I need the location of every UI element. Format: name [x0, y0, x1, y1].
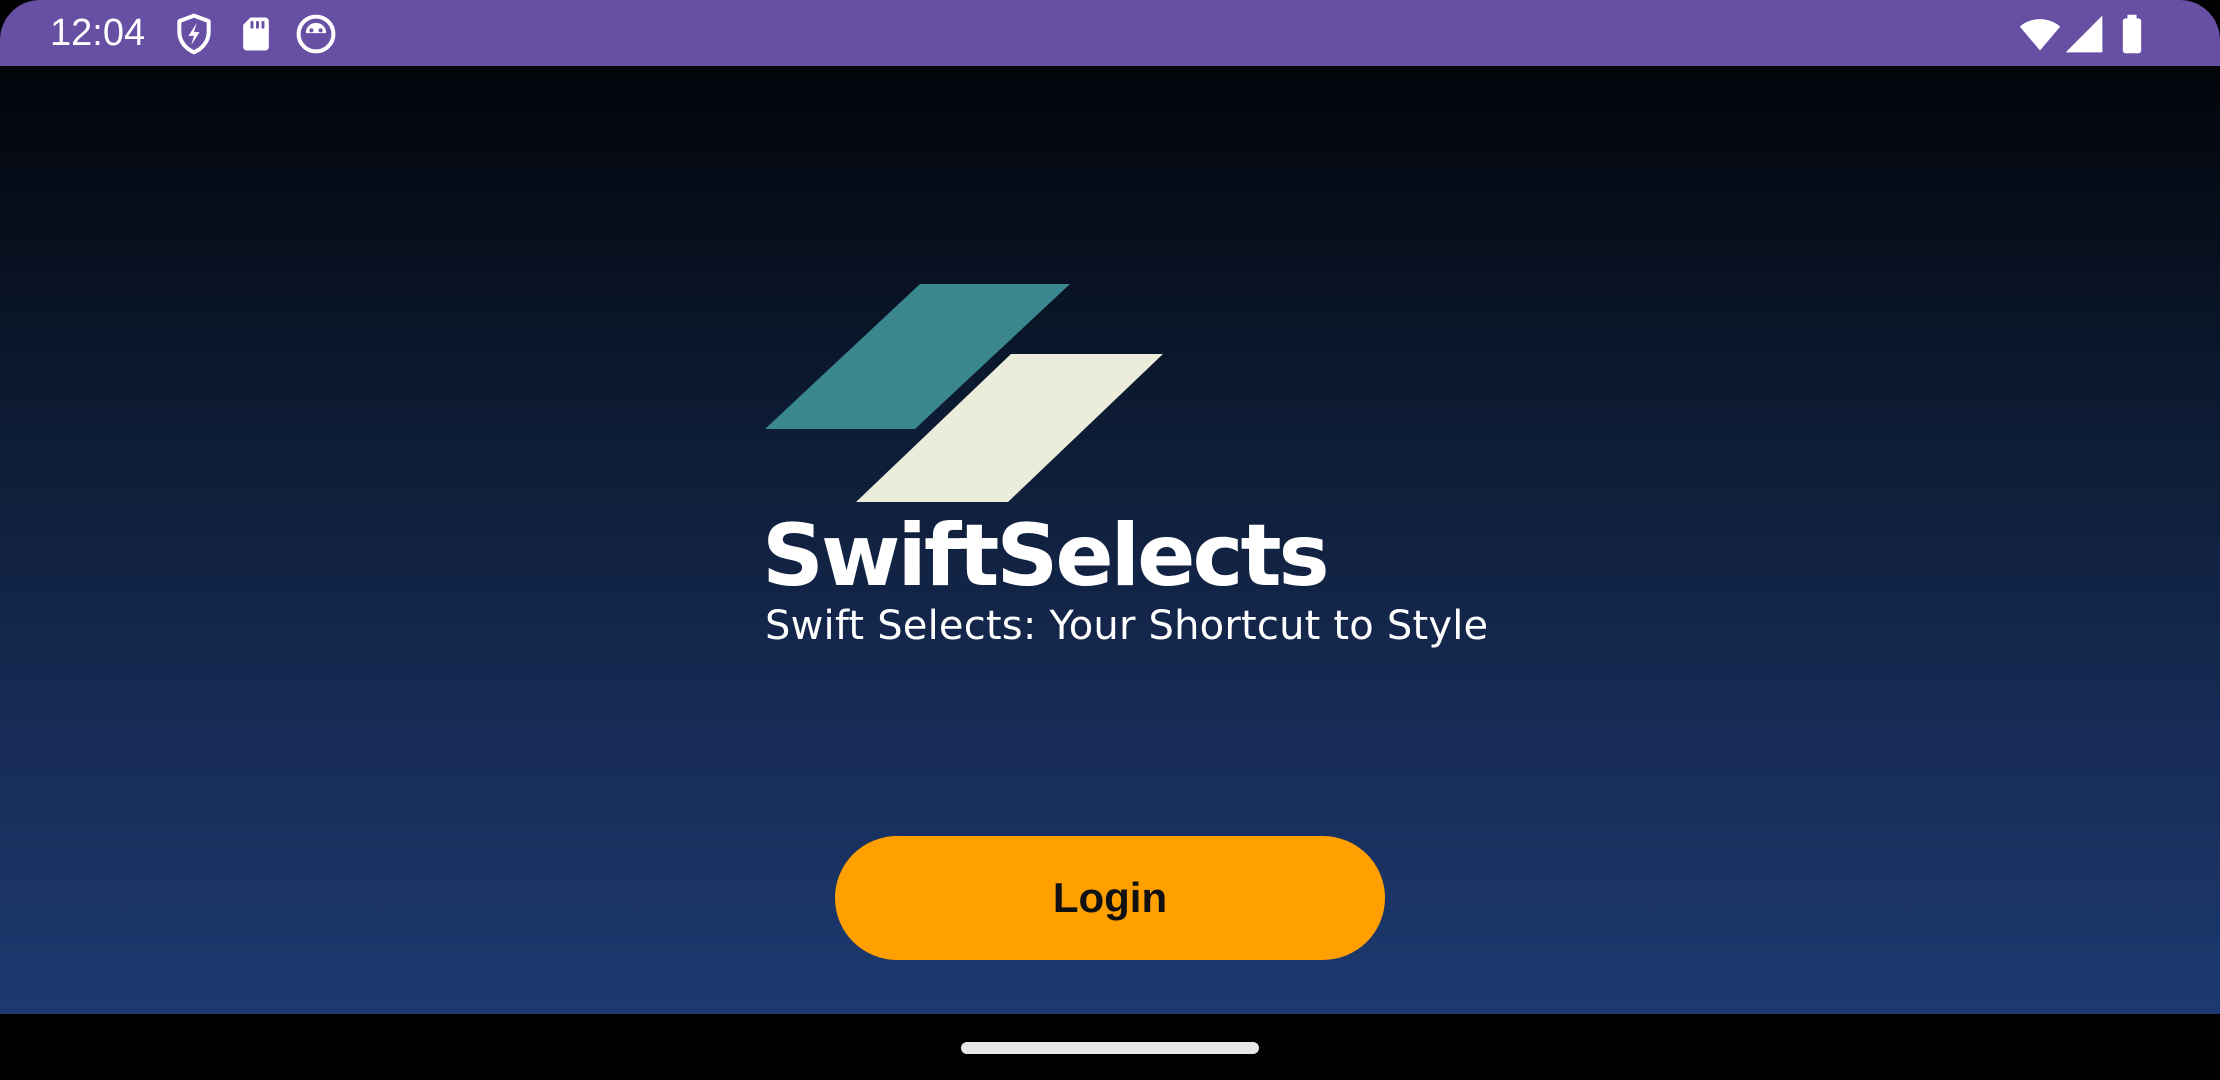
phone-screen: 12:04 SwiftSelects Swift Selects: Your S… — [0, 0, 2220, 1080]
welcome-screen: SwiftSelects Swift Selects: Your Shortcu… — [0, 66, 2220, 1014]
status-time: 12:04 — [50, 12, 146, 54]
app-title: SwiftSelects — [762, 506, 1330, 606]
swiftselects-logo — [764, 284, 1164, 504]
navigation-bar — [0, 1014, 2220, 1080]
wifi-icon — [2018, 12, 2062, 56]
shield-icon — [172, 12, 216, 56]
home-gesture-handle[interactable] — [961, 1042, 1259, 1054]
app-tagline: Swift Selects: Your Shortcut to Style — [765, 603, 1489, 649]
sd-card-icon — [234, 12, 278, 56]
cellular-signal-icon — [2062, 12, 2106, 56]
battery-icon — [2110, 12, 2154, 56]
status-bar: 12:04 — [0, 0, 2220, 66]
app-notification-icon — [294, 12, 338, 56]
login-button[interactable]: Login — [835, 836, 1385, 960]
